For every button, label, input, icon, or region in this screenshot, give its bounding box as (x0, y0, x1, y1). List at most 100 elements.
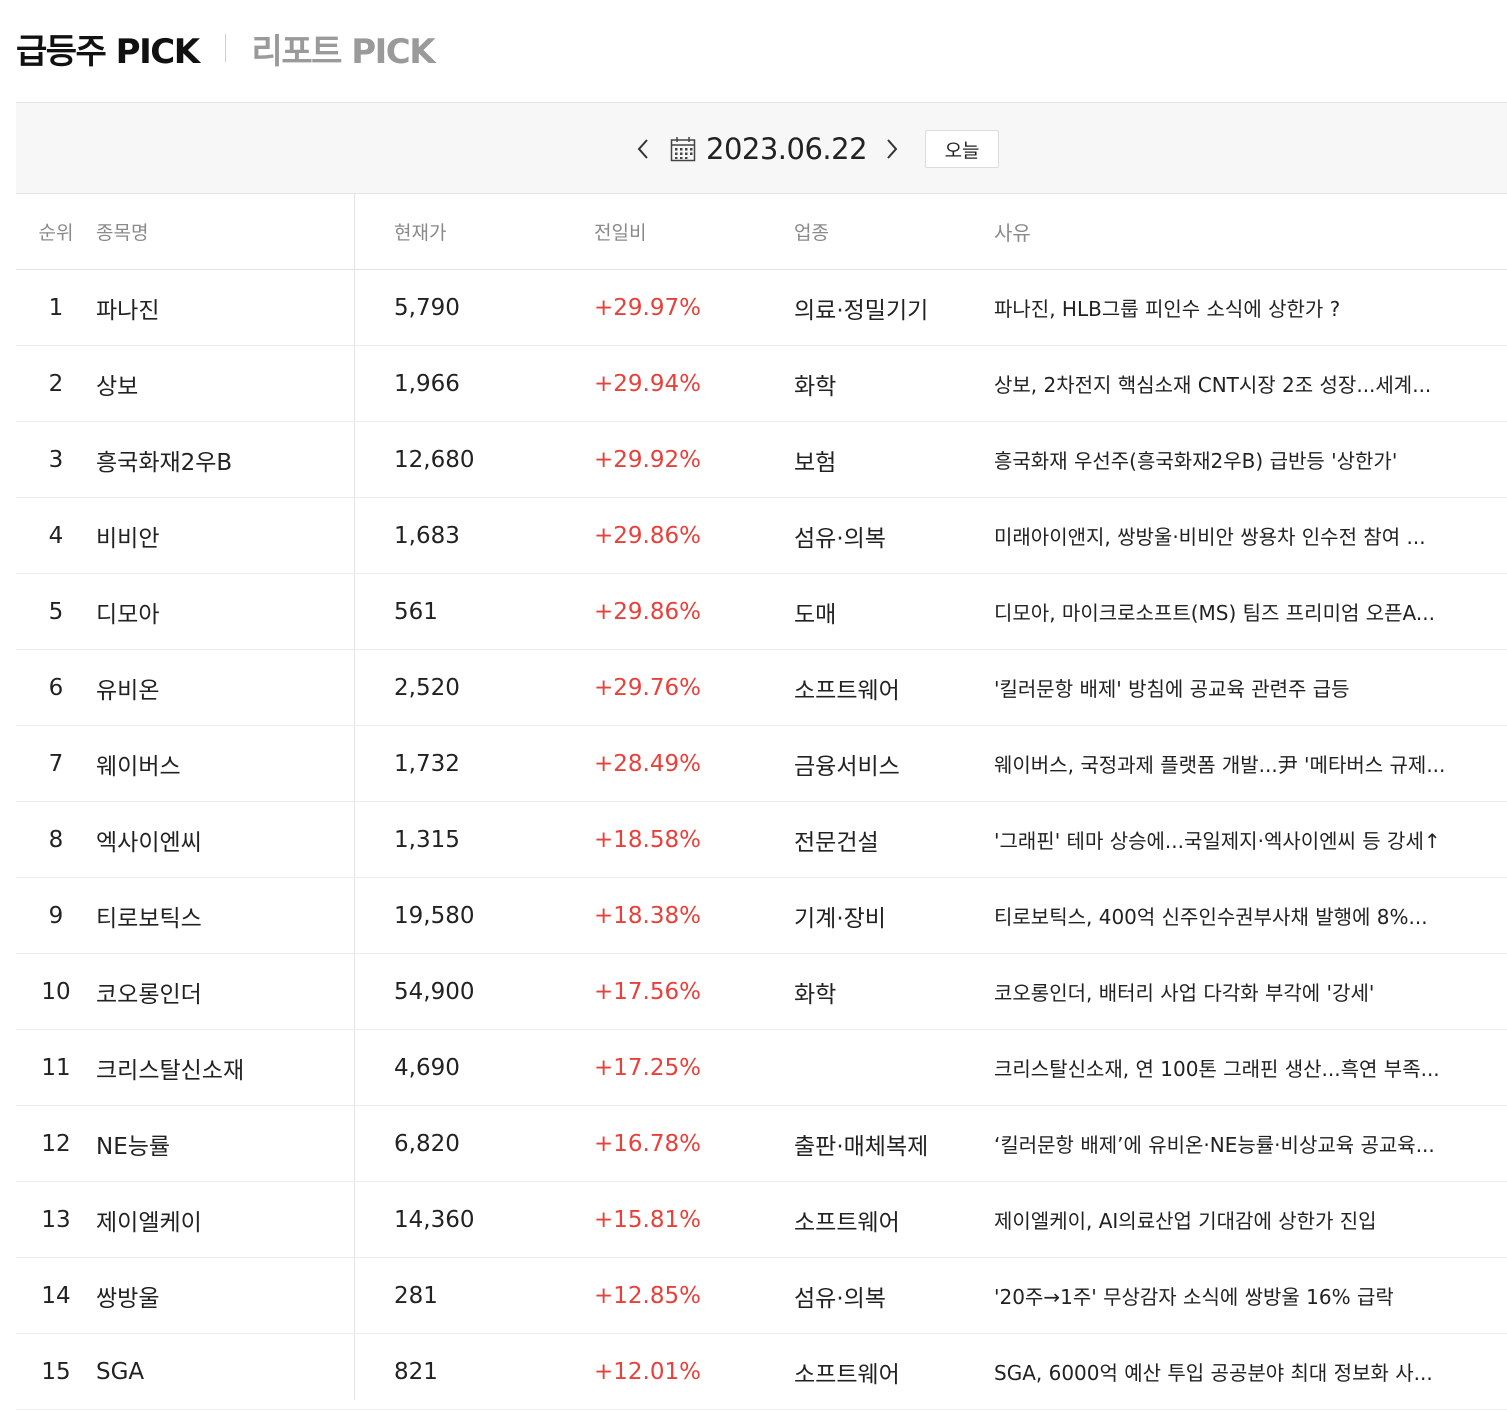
row-reason-link[interactable]: 미래아이앤지, 쌍방울·비비안 쌍용차 인수전 참여 ... (994, 498, 1494, 573)
row-reason-link[interactable]: 코오롱인더, 배터리 사업 다각화 부각에 '강세' (994, 954, 1494, 1029)
row-stock-name[interactable]: 코오롱인더 (96, 954, 346, 1029)
row-stock-name[interactable]: 크리스탈신소재 (96, 1030, 346, 1105)
table-row[interactable]: 8 엑사이엔씨 1,315 +18.58% 전문건설 '그래핀' 테마 상승에...국일제… (16, 802, 1507, 878)
table-row[interactable]: 12 NE능률 6,820 +16.78% 출판·매체복제 ‘킬러문항 배제’에 유비온·… (16, 1106, 1507, 1182)
row-reason-link[interactable]: SGA, 6000억 예산 투입 공공분야 최대 정보화 사... (994, 1334, 1494, 1409)
table-row[interactable]: 13 제이엘케이 14,360 +15.81% 소프트웨어 제이엘케이, AI의료산업 기… (16, 1182, 1507, 1258)
row-current-price: 12,680 (394, 446, 475, 473)
table-header: 순위 종목명 현재가 전일비 업종 사유 (16, 194, 1507, 270)
table-row[interactable]: 10 코오롱인더 54,900 +17.56% 화학 코오롱인더, 배터리 사업 다각화 … (16, 954, 1507, 1030)
row-change-rate: +28.49% (594, 750, 701, 777)
table-row[interactable]: 7 웨이버스 1,732 +28.49% 금융서비스 웨이버스, 국정과제 플랫폼 개발.… (16, 726, 1507, 802)
row-current-price: 6,820 (394, 1130, 460, 1157)
header-change: 전일비 (594, 222, 647, 244)
row-stock-name[interactable]: 디모아 (96, 574, 346, 649)
row-rank: 15 (41, 1358, 71, 1385)
table-row[interactable]: 15 SGA 821 +12.01% 소프트웨어 SGA, 6000억 예산 투입 공공분… (16, 1334, 1507, 1410)
table-row[interactable]: 1 파나진 5,790 +29.97% 의료·정밀기기 파나진, HLB그룹 피인수 소식… (16, 270, 1507, 346)
row-rank: 14 (41, 1282, 71, 1309)
row-reason-link[interactable]: 파나진, HLB그룹 피인수 소식에 상한가 ? (994, 270, 1494, 345)
header-reason: 사유 (994, 221, 1031, 245)
row-current-price: 561 (394, 598, 438, 625)
tab-divider (224, 34, 226, 62)
row-current-price: 1,732 (394, 750, 460, 777)
row-rank: 8 (48, 826, 64, 853)
table-row[interactable]: 11 크리스탈신소재 4,690 +17.25% 크리스탈신소재, 연 100톤 그래핀… (16, 1030, 1507, 1106)
tab-report-pick[interactable]: 리포트 PICK (252, 24, 436, 73)
row-rank: 7 (48, 750, 64, 777)
row-sector: 보험 (794, 449, 837, 476)
row-stock-name[interactable]: 제이엘케이 (96, 1182, 346, 1257)
table-row[interactable]: 3 흥국화재2우B 12,680 +29.92% 보험 흥국화재 우선주(흥국화재2우B)… (16, 422, 1507, 498)
row-reason-link[interactable]: '20주→1주' 무상감자 소식에 쌍방울 16% 급락 (994, 1258, 1494, 1333)
table-row[interactable]: 2 상보 1,966 +29.94% 화학 상보, 2차전지 핵심소재 CNT시장 2조 … (16, 346, 1507, 422)
calendar-icon[interactable] (670, 136, 696, 162)
row-change-rate: +18.58% (594, 826, 701, 853)
row-current-price: 14,360 (394, 1206, 475, 1233)
row-sector: 출판·매체복제 (794, 1133, 929, 1160)
row-change-rate: +29.76% (594, 674, 701, 701)
row-current-price: 1,966 (394, 370, 460, 397)
chevron-right-icon[interactable] (879, 134, 905, 164)
header-rank: 순위 (38, 222, 74, 244)
row-stock-name[interactable]: 파나진 (96, 270, 346, 345)
row-reason-link[interactable]: 흥국화재 우선주(흥국화재2우B) 급반등 '상한가' (994, 422, 1494, 497)
row-sector: 기계·장비 (794, 905, 886, 932)
table-row[interactable]: 9 티로보틱스 19,580 +18.38% 기계·장비 티로보틱스, 400억 신주인수… (16, 878, 1507, 954)
row-sector: 도매 (794, 601, 837, 628)
row-reason-link[interactable]: ‘킬러문항 배제’에 유비온·NE능률·비상교육 공교육... (994, 1106, 1494, 1181)
row-change-rate: +18.38% (594, 902, 701, 929)
row-reason-link[interactable]: 제이엘케이, AI의료산업 기대감에 상한가 진입 (994, 1182, 1494, 1257)
row-sector: 소프트웨어 (794, 1361, 900, 1388)
row-rank: 12 (41, 1130, 71, 1157)
row-stock-name[interactable]: 엑사이엔씨 (96, 802, 346, 877)
row-current-price: 1,683 (394, 522, 460, 549)
row-change-rate: +12.85% (594, 1282, 701, 1309)
row-rank: 10 (41, 978, 71, 1005)
row-reason-link[interactable]: 티로보틱스, 400억 신주인수권부사채 발행에 8%... (994, 878, 1494, 953)
row-rank: 13 (41, 1206, 71, 1233)
row-stock-name[interactable]: 상보 (96, 346, 346, 421)
selected-date[interactable]: 2023.06.22 (706, 132, 868, 166)
table-row[interactable]: 5 디모아 561 +29.86% 도매 디모아, 마이크로소프트(MS) 팀즈 프리미엄… (16, 574, 1507, 650)
row-rank: 5 (48, 598, 64, 625)
tab-surge-pick[interactable]: 급등주 PICK (16, 24, 200, 73)
today-button[interactable]: 오늘 (925, 130, 1000, 168)
row-stock-name[interactable]: 웨이버스 (96, 726, 346, 801)
row-sector: 섬유·의복 (794, 1285, 886, 1312)
tab-bar: 급등주 PICK 리포트 PICK (16, 24, 436, 73)
row-current-price: 54,900 (394, 978, 475, 1005)
row-sector (794, 1030, 984, 1105)
row-reason-link[interactable]: 크리스탈신소재, 연 100톤 그래핀 생산...흑연 부족... (994, 1030, 1494, 1105)
row-current-price: 4,690 (394, 1054, 460, 1081)
row-change-rate: +29.92% (594, 446, 701, 473)
row-stock-name[interactable]: 유비온 (96, 650, 346, 725)
table-row[interactable]: 4 비비안 1,683 +29.86% 섬유·의복 미래아이앤지, 쌍방울·비비안 쌍용차… (16, 498, 1507, 574)
row-reason-link[interactable]: 디모아, 마이크로소프트(MS) 팀즈 프리미엄 오픈A... (994, 574, 1494, 649)
row-reason-link[interactable]: 웨이버스, 국정과제 플랫폼 개발...尹 '메타버스 규제... (994, 726, 1494, 801)
row-stock-name[interactable]: NE능률 (96, 1106, 346, 1181)
chevron-left-icon[interactable] (630, 134, 656, 164)
header-price: 현재가 (394, 222, 447, 244)
row-stock-name[interactable]: 비비안 (96, 498, 346, 573)
table-row[interactable]: 6 유비온 2,520 +29.76% 소프트웨어 '킬러문항 배제' 방침에 공교육 관… (16, 650, 1507, 726)
table-row[interactable]: 14 쌍방울 281 +12.85% 섬유·의복 '20주→1주' 무상감자 소식에 쌍방… (16, 1258, 1507, 1334)
row-stock-name[interactable]: SGA (96, 1334, 346, 1409)
row-rank: 3 (48, 446, 64, 473)
row-reason-link[interactable]: 상보, 2차전지 핵심소재 CNT시장 2조 성장...세계... (994, 346, 1494, 421)
date-navigation-bar: 2023.06.22 오늘 (16, 102, 1507, 194)
row-sector: 화학 (794, 373, 837, 400)
row-reason-link[interactable]: '킬러문항 배제' 방침에 공교육 관련주 급등 (994, 650, 1494, 725)
row-sector: 소프트웨어 (794, 677, 900, 704)
row-reason-link[interactable]: '그래핀' 테마 상승에...국일제지·엑사이엔씨 등 강세↑ (994, 802, 1494, 877)
row-change-rate: +16.78% (594, 1130, 701, 1157)
row-current-price: 1,315 (394, 826, 460, 853)
row-change-rate: +29.86% (594, 522, 701, 549)
row-stock-name[interactable]: 티로보틱스 (96, 878, 346, 953)
row-current-price: 281 (394, 1282, 438, 1309)
row-sector: 화학 (794, 981, 837, 1008)
row-stock-name[interactable]: 흥국화재2우B (96, 422, 346, 497)
row-rank: 6 (48, 674, 64, 701)
row-stock-name[interactable]: 쌍방울 (96, 1258, 346, 1333)
row-rank: 9 (48, 902, 64, 929)
